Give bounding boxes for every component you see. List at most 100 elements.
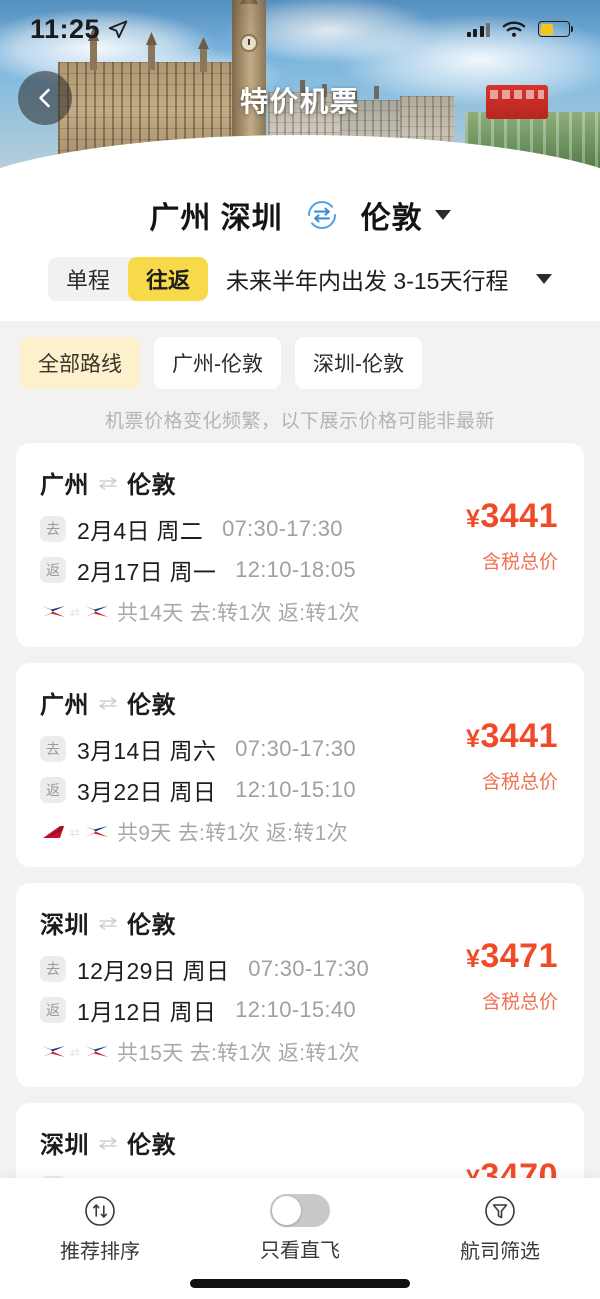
price-value: 3441: [480, 717, 558, 755]
flight-price: ¥3441: [466, 499, 558, 533]
status-time: 11:25: [30, 13, 101, 44]
flight-summary-row: 共14天 去:转1次 返:转1次: [40, 597, 560, 627]
flight-summary-row: 共15天 去:转1次 返:转1次: [40, 1037, 560, 1067]
toggle-knob: [272, 1196, 301, 1225]
airline-filter-button[interactable]: 航司筛选: [400, 1194, 600, 1264]
flight-summary-row: 共9天 去:转1次 返:转1次: [40, 817, 560, 847]
direct-flight-toggle[interactable]: [270, 1194, 330, 1227]
outbound-time: 07:30-17:30: [222, 516, 343, 541]
route-chip-all[interactable]: 全部路线: [20, 337, 140, 389]
outbound-date: 3月14日 周六: [77, 738, 217, 764]
china-eastern-logo: [85, 826, 108, 837]
trip-type-roundtrip[interactable]: 往返: [128, 257, 209, 301]
hero-banner: 11:25 特价机票: [0, 0, 600, 175]
flight-to-city: 伦敦: [127, 472, 176, 499]
chevron-down-icon: [434, 210, 451, 220]
flight-from-city: 广州: [40, 692, 89, 719]
price-box: ¥3471 含税总价: [466, 939, 558, 1014]
origin-cities[interactable]: 广州 深圳: [149, 193, 282, 237]
destination-selector[interactable]: 伦敦: [361, 193, 451, 237]
outbound-date: 12月29日 周日: [77, 958, 230, 984]
route-chip-can-lon[interactable]: 广州-伦敦: [154, 337, 281, 389]
inbound-date: 1月12日 周日: [77, 999, 217, 1025]
china-eastern-logo: [42, 1046, 65, 1057]
price-box: ¥3441 含税总价: [466, 499, 558, 574]
app-screen: 11:25 特价机票 广州 深圳 伦敦 单程 往返 未来半年内出发 3-15天行…: [0, 0, 600, 1299]
price-value: 3471: [480, 937, 558, 975]
flight-price: ¥3441: [466, 719, 558, 753]
outbound-badge: 去: [40, 736, 66, 762]
flight-route-title: 深圳 伦敦: [40, 905, 560, 940]
flight-to-city: 伦敦: [127, 692, 176, 719]
inbound-badge: 返: [40, 777, 66, 803]
flight-route-title: 广州 伦敦: [40, 685, 560, 720]
outbound-badge: 去: [40, 956, 66, 982]
destination-city[interactable]: 伦敦: [361, 193, 423, 237]
outbound-time: 07:30-17:30: [235, 736, 356, 761]
flight-summary: 共9天 去:转1次 返:转1次: [117, 822, 348, 845]
china-eastern-logo: [42, 606, 65, 617]
search-panel: 广州 深圳 伦敦 单程 往返 未来半年内出发 3-15天行程: [0, 175, 600, 321]
china-eastern-logo: [85, 1046, 108, 1057]
route-selector[interactable]: 广州 深圳 伦敦: [0, 185, 600, 257]
inbound-badge: 返: [40, 997, 66, 1023]
red-tailfin-logo: [43, 826, 64, 838]
price-box: ¥3441 含税总价: [466, 719, 558, 794]
price-note: 含税总价: [481, 772, 558, 793]
bidirectional-arrow-icon: [69, 1048, 80, 1057]
page-title: 特价机票: [239, 86, 360, 117]
flight-from-city: 深圳: [40, 912, 89, 939]
inbound-date: 2月17日 周一: [77, 559, 217, 585]
bidirectional-arrow-icon: [99, 476, 117, 490]
bidirectional-arrow-icon: [99, 696, 117, 710]
inbound-date: 3月22日 周日: [77, 779, 217, 805]
flight-route-title: 深圳 伦敦: [40, 1125, 560, 1160]
direct-flight-label: 只看直飞: [260, 1240, 340, 1262]
cellular-signal-icon: [466, 22, 490, 37]
airline-logos: [40, 824, 109, 840]
wifi-icon: [502, 21, 526, 37]
flight-route-title: 广州 伦敦: [40, 465, 560, 500]
price-note: 含税总价: [481, 552, 558, 573]
trip-type-oneway[interactable]: 单程: [48, 257, 128, 301]
outbound-date: 2月4日 周二: [77, 518, 204, 544]
currency-symbol: ¥: [465, 725, 481, 753]
trip-options-row: 单程 往返 未来半年内出发 3-15天行程: [0, 257, 600, 301]
flight-card[interactable]: 广州 伦敦 去 3月14日 周六 07:30-17:30 返 3月22日 周日 …: [16, 663, 584, 867]
flight-card[interactable]: 深圳 伦敦 去 12月29日 周日 07:30-17:30 返 1月12日 周日…: [16, 883, 584, 1087]
price-notice: 机票价格变化频繁，以下展示价格可能非最新: [104, 411, 495, 432]
flight-to-city: 伦敦: [127, 912, 176, 939]
outbound-badge: 去: [40, 516, 66, 542]
flight-list: 广州 伦敦 去 2月4日 周二 07:30-17:30 返 2月17日 周一 1…: [0, 443, 600, 1299]
status-bar: 11:25: [0, 0, 600, 58]
bidirectional-arrow-icon: [99, 1136, 117, 1150]
sort-updown-circle-icon: [85, 1196, 115, 1226]
bidirectional-arrow-icon: [99, 916, 117, 930]
swap-arrows-circle-icon[interactable]: [305, 198, 339, 232]
date-range-text[interactable]: 未来半年内出发 3-15天行程: [226, 262, 508, 296]
price-value: 3441: [480, 497, 558, 535]
direct-flight-toggle-item[interactable]: 只看直飞: [200, 1194, 400, 1263]
date-range-chevron-down-icon[interactable]: [536, 274, 552, 284]
route-chip-list: 全部路线 广州-伦敦 深圳-伦敦: [20, 337, 580, 389]
bidirectional-arrow-icon: [69, 828, 80, 837]
battery-low-power-icon: [538, 21, 573, 37]
currency-symbol: ¥: [465, 505, 481, 533]
inbound-time: 12:10-18:05: [235, 557, 356, 582]
home-indicator: [190, 1279, 410, 1288]
route-chip-szx-lon[interactable]: 深圳-伦敦: [295, 337, 422, 389]
funnel-circle-icon: [485, 1196, 515, 1226]
location-arrow-icon: [108, 20, 128, 39]
airline-filter-label: 航司筛选: [460, 1241, 540, 1263]
flight-card[interactable]: 广州 伦敦 去 2月4日 周二 07:30-17:30 返 2月17日 周一 1…: [16, 443, 584, 647]
currency-symbol: ¥: [465, 945, 481, 973]
inbound-time: 12:10-15:10: [235, 777, 356, 802]
flight-to-city: 伦敦: [127, 1132, 176, 1159]
route-filter-area: 全部路线 广州-伦敦 深圳-伦敦 机票价格变化频繁，以下展示价格可能非最新: [0, 321, 600, 443]
trip-type-segment[interactable]: 单程 往返: [48, 257, 209, 301]
sort-button[interactable]: 推荐排序: [0, 1194, 200, 1264]
flight-summary: 共14天 去:转1次 返:转1次: [117, 602, 360, 625]
flight-from-city: 深圳: [40, 1132, 89, 1159]
inbound-badge: 返: [40, 557, 66, 583]
outbound-time: 07:30-17:30: [248, 956, 369, 981]
